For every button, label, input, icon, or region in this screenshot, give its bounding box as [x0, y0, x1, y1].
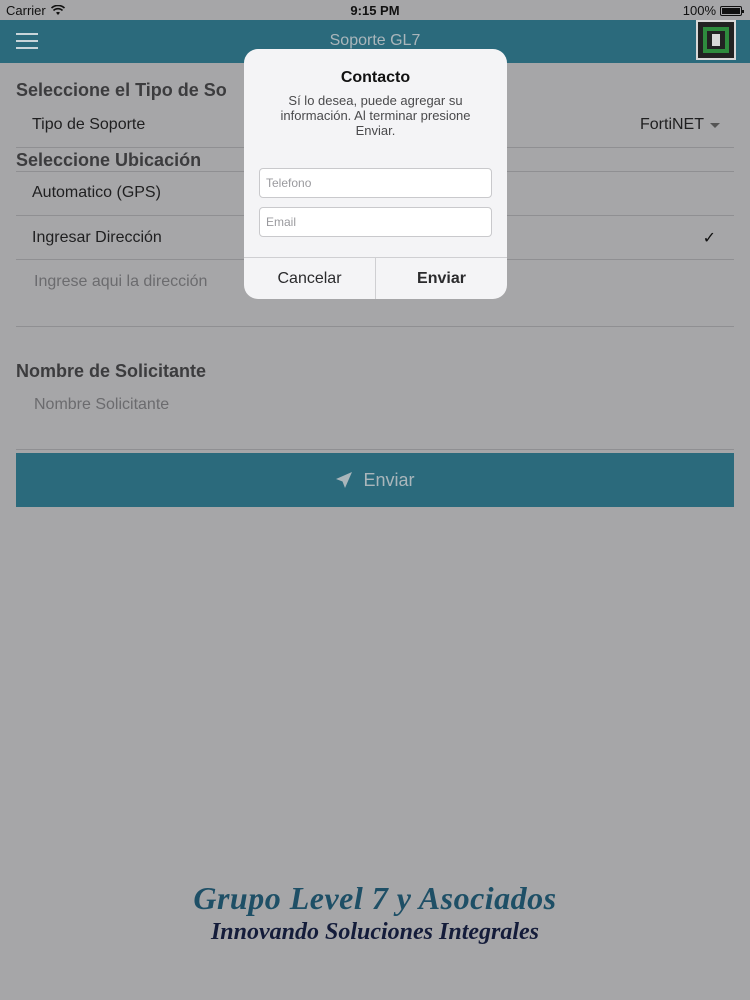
status-right: 100% — [682, 3, 744, 18]
address-input[interactable]: Ingrese aqui la dirección — [34, 273, 207, 291]
section-requester-name: Nombre de Solicitante — [16, 361, 207, 381]
email-input[interactable] — [259, 207, 492, 237]
submit-button[interactable]: Enviar — [16, 453, 734, 507]
gl7-logo-icon — [696, 20, 736, 60]
company-slogan: Innovando Soluciones Integrales — [210, 919, 540, 945]
dialog-message: Sí lo desea, puede agregar su informació… — [280, 93, 471, 138]
dialog-buttons: Cancelar Enviar — [244, 257, 507, 299]
section-support-type: Seleccione el Tipo de So — [16, 80, 227, 100]
contact-dialog: Contacto Sí lo desea, puede agregar su i… — [244, 49, 507, 299]
location-manual-option[interactable]: Ingresar Dirección — [32, 229, 162, 247]
company-footer: Grupo Level 7 y Asociados Innovando Solu… — [0, 880, 750, 946]
status-time: 9:15 PM — [350, 3, 400, 18]
dialog-send-button[interactable]: Enviar — [376, 258, 507, 299]
checkmark-icon: ✓ — [702, 230, 716, 247]
divider — [16, 326, 734, 327]
support-type-value: FortiNET — [640, 116, 704, 133]
support-type-label: Tipo de Soporte — [32, 116, 146, 133]
support-type-select[interactable]: FortiNET — [640, 116, 720, 134]
cancel-button[interactable]: Cancelar — [244, 258, 376, 299]
battery-percent: 100% — [682, 3, 716, 18]
battery-icon — [720, 5, 744, 16]
dialog-title: Contacto — [340, 69, 411, 86]
company-name: Grupo Level 7 y Asociados — [193, 880, 557, 916]
status-bar: Carrier 9:15 PM 100% — [0, 0, 750, 20]
caret-down-icon — [710, 122, 720, 128]
requester-name-input[interactable]: Nombre Solicitante — [34, 396, 169, 414]
divider — [16, 449, 734, 450]
location-gps-option[interactable]: Automatico (GPS) — [32, 184, 161, 202]
phone-input[interactable] — [259, 168, 492, 198]
paper-plane-icon — [336, 472, 353, 488]
section-location: Seleccione Ubicación — [16, 150, 202, 170]
nav-title: Soporte GL7 — [329, 32, 421, 49]
submit-label: Enviar — [363, 469, 415, 490]
